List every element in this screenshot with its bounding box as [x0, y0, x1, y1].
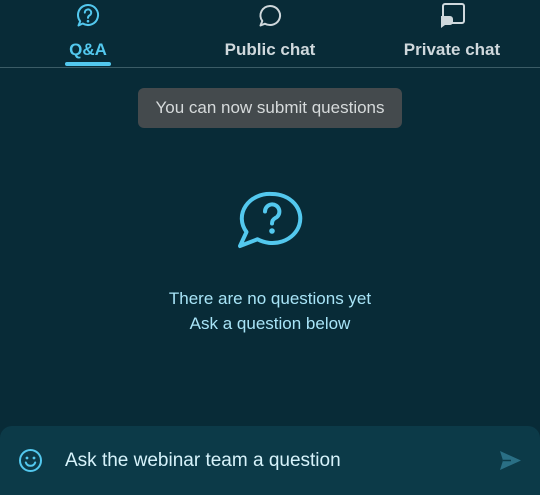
chat-bubble-icon [256, 2, 284, 35]
send-icon[interactable] [498, 448, 523, 478]
empty-state-title: There are no questions yet [168, 289, 372, 308]
private-chat-icon [437, 2, 467, 35]
tab-public-chat[interactable]: Public chat [215, 0, 325, 67]
empty-state-hint: Ask a question below [189, 314, 351, 333]
tab-private-chat[interactable]: Private chat [395, 0, 509, 67]
tab-qa[interactable]: Q&A [58, 0, 118, 67]
question-bubble-icon [74, 2, 102, 35]
question-input[interactable] [56, 442, 476, 480]
smiley-icon[interactable] [18, 448, 43, 478]
question-bubble-icon [236, 190, 304, 255]
notification-toast: You can now submit questions [138, 88, 402, 128]
active-tab-indicator [65, 62, 111, 66]
question-composer [0, 426, 540, 495]
tab-qa-label: Q&A [69, 40, 107, 59]
tab-private-chat-label: Private chat [403, 40, 501, 59]
tab-bar: Q&A Public chat Private chat [0, 0, 540, 68]
tab-public-chat-label: Public chat [224, 40, 316, 59]
